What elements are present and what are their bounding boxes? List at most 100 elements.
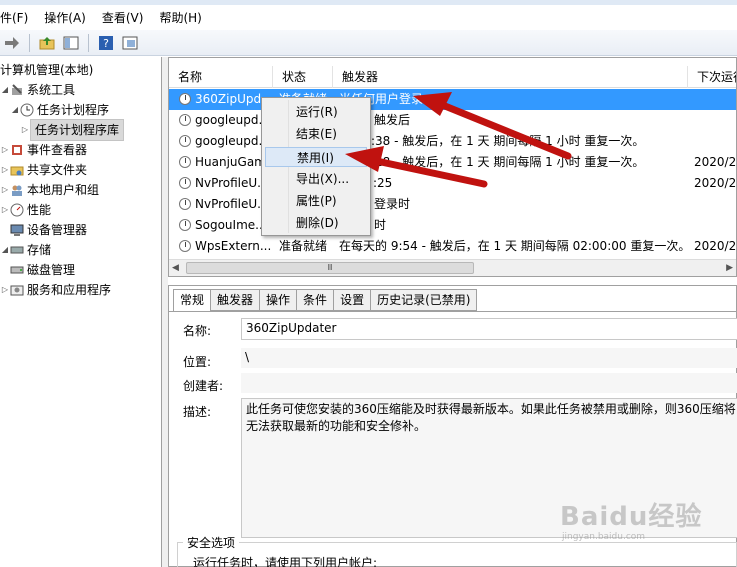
name-field[interactable]: 360ZipUpdater xyxy=(241,318,737,340)
tree-item-disk-management[interactable]: 磁盘管理 xyxy=(10,260,75,280)
menu-item-delete[interactable]: 删除(D) xyxy=(265,213,367,233)
tree-item-local-users[interactable]: ▷ 本地用户和组 xyxy=(0,180,99,200)
table-row[interactable]: WpsExtern... 准备就绪 在每天的 9:54 - 触发后，在 1 天 … xyxy=(169,236,737,257)
expand-arrow-icon[interactable]: ▷ xyxy=(0,160,10,180)
expand-arrow-icon[interactable]: ▷ xyxy=(20,120,30,140)
clock-icon xyxy=(20,103,34,117)
menu-item-properties[interactable]: 属性(P) xyxy=(265,191,367,211)
task-clock-icon xyxy=(179,156,191,168)
task-trigger: 当任何用户登录 xyxy=(339,92,424,106)
location-field: \ xyxy=(241,348,737,368)
help-icon[interactable]: ? xyxy=(96,33,116,53)
expand-arrow-icon[interactable]: ▷ xyxy=(0,180,10,200)
menu-item-end[interactable]: 结束(E) xyxy=(265,124,367,144)
tree-item-shared-folders[interactable]: ▷ 共享文件夹 xyxy=(0,160,87,180)
tab-general[interactable]: 常规 xyxy=(173,289,212,312)
table-row[interactable]: SogouIme... 时 xyxy=(169,215,736,236)
menu-item-run[interactable]: 运行(R) xyxy=(265,102,367,122)
column-header-status[interactable]: 状态 xyxy=(273,66,333,88)
collapse-arrow-icon[interactable]: ◢ xyxy=(0,240,10,260)
tab-conditions[interactable]: 条件 xyxy=(296,289,335,311)
description-label: 描述: xyxy=(183,405,212,419)
table-row[interactable]: NvProfileU... :25 2020/2/ xyxy=(169,173,737,194)
tab-actions[interactable]: 操作 xyxy=(259,289,298,311)
task-clock-icon xyxy=(179,219,191,231)
column-header-trigger[interactable]: 触发器 xyxy=(333,66,688,88)
task-trigger: 登录时 xyxy=(374,197,411,211)
console-tree: 计算机管理(本地) ◢ 系统工具 ◢ 任务计划程序 ▷ 任务计划程序库 ▷ 事件… xyxy=(0,57,162,567)
tab-triggers[interactable]: 触发器 xyxy=(210,289,261,311)
task-clock-icon xyxy=(179,198,191,210)
folder-up-icon[interactable] xyxy=(37,33,57,53)
tree-item-label: 本地用户和组 xyxy=(27,183,100,197)
scroll-thumb[interactable]: Ⅲ xyxy=(186,262,474,274)
table-row[interactable]: googleupd... 触发后 xyxy=(169,110,736,131)
tools-icon xyxy=(10,83,24,97)
toolbar: ? xyxy=(0,30,737,56)
performance-icon xyxy=(10,203,24,217)
tree-item-label: 事件查看器 xyxy=(27,143,88,157)
tree-item-storage[interactable]: ◢ 存储 xyxy=(0,240,51,260)
tab-history[interactable]: 历史记录(已禁用) xyxy=(370,289,478,311)
task-clock-icon xyxy=(179,93,191,105)
expand-arrow-icon[interactable]: ▷ xyxy=(0,140,10,160)
tree-item-system-tools[interactable]: ◢ 系统工具 xyxy=(0,80,75,100)
task-next-run: 2020/2/ xyxy=(694,239,737,253)
menu-item-disable[interactable]: 禁用(I) xyxy=(265,147,367,167)
table-row[interactable]: 360ZipUpd... 准备就绪 当任何用户登录 xyxy=(169,89,736,110)
tree-item-event-viewer[interactable]: ▷ 事件查看器 xyxy=(0,140,87,160)
tree-item-services[interactable]: ▷ 服务和应用程序 xyxy=(0,280,111,300)
collapse-arrow-icon[interactable]: ◢ xyxy=(10,100,20,120)
storage-icon xyxy=(10,243,24,257)
tree-root-label: 计算机管理(本地) xyxy=(0,63,94,77)
menu-help[interactable]: 帮助(H) xyxy=(151,7,209,29)
task-trigger: :38 - 触发后，在 1 天 期间每隔 1 小时 重复一次。 xyxy=(371,134,645,148)
console-view-icon[interactable] xyxy=(120,33,140,53)
tree-item-performance[interactable]: ▷ 性能 xyxy=(0,200,51,220)
task-trigger: 触发后 xyxy=(374,113,411,127)
menu-view[interactable]: 查看(V) xyxy=(94,7,152,29)
task-next-run: 2020/2/ xyxy=(694,176,737,190)
tab-settings[interactable]: 设置 xyxy=(333,289,372,311)
expand-arrow-icon[interactable]: ▷ xyxy=(0,200,10,220)
task-clock-icon xyxy=(179,114,191,126)
collapse-arrow-icon[interactable]: ◢ xyxy=(0,80,10,100)
location-label: 位置: xyxy=(183,355,212,369)
svg-text:?: ? xyxy=(103,37,109,50)
task-clock-icon xyxy=(179,135,191,147)
tree-item-task-scheduler[interactable]: ◢ 任务计划程序 xyxy=(10,100,109,120)
task-trigger: :25 xyxy=(373,176,393,190)
task-name: WpsExtern... xyxy=(195,239,272,253)
menu-item-export[interactable]: 导出(X)... xyxy=(265,169,367,189)
table-row[interactable]: googleupd... :38 - 触发后，在 1 天 期间每隔 1 小时 重… xyxy=(169,131,736,152)
tree-item-label: 任务计划程序库 xyxy=(30,119,125,141)
disk-icon xyxy=(10,263,24,277)
task-trigger: 在每天的 9:54 - 触发后，在 1 天 期间每隔 02:00:00 重复一次… xyxy=(339,239,691,253)
watermark-url: jingyan.baidu.com xyxy=(562,532,646,542)
scroll-left-icon[interactable]: ◀ xyxy=(172,263,179,273)
tab-divider xyxy=(169,311,736,312)
context-menu: 运行(R) 结束(E) 禁用(I) 导出(X)... 属性(P) 删除(D) xyxy=(261,97,371,236)
table-row[interactable]: NvProfileU... 登录时 xyxy=(169,194,736,215)
task-clock-icon xyxy=(179,177,191,189)
task-next-run: 2020/2/ xyxy=(694,155,737,169)
horizontal-scrollbar[interactable]: ◀ Ⅲ ▶ xyxy=(169,259,736,276)
tree-item-task-library[interactable]: ▷ 任务计划程序库 xyxy=(20,119,125,141)
expand-arrow-icon[interactable]: ▷ xyxy=(0,280,10,300)
tree-item-label: 存储 xyxy=(27,243,52,257)
tree-root[interactable]: 计算机管理(本地) xyxy=(0,60,93,80)
menu-file[interactable]: 件(F) xyxy=(0,7,36,29)
tree-item-device-manager[interactable]: 设备管理器 xyxy=(10,220,87,240)
menu-action[interactable]: 操作(A) xyxy=(36,7,94,29)
column-header-name[interactable]: 名称 xyxy=(169,66,273,88)
scroll-right-icon[interactable]: ▶ xyxy=(726,263,733,273)
table-row[interactable]: HuanjuGam :28 - 触发后，在 1 天 期间每隔 1 小时 重复一次… xyxy=(169,152,737,173)
tree-item-label: 任务计划程序 xyxy=(37,103,110,117)
console-tree-icon[interactable] xyxy=(61,33,81,53)
task-list: 名称 状态 触发器 下次运行 360ZipUpd... 准备就绪 当任何用户登录… xyxy=(168,57,737,277)
users-icon xyxy=(10,183,24,197)
column-header-next-run[interactable]: 下次运行 xyxy=(688,66,736,88)
forward-arrow-icon[interactable] xyxy=(2,33,22,53)
task-status: 准备就绪 xyxy=(279,239,328,253)
watermark-text: Baidu经验 xyxy=(560,502,703,532)
